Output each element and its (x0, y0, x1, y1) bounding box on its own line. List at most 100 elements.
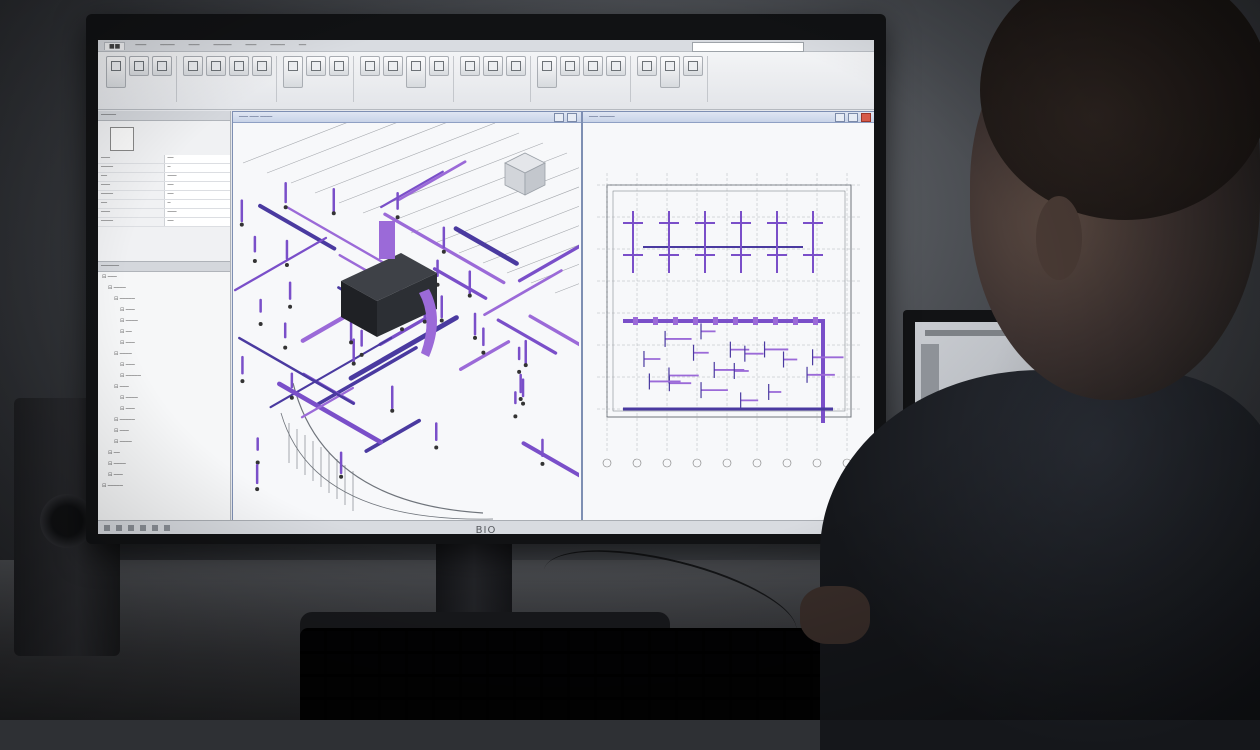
diffuser (284, 263, 289, 268)
ribbon-tab[interactable]: ─── (242, 42, 261, 49)
tree-item[interactable]: ─── (98, 404, 230, 415)
duct-fitting (753, 317, 758, 325)
pipe-tool-icon[interactable] (406, 56, 426, 88)
diffuser (240, 379, 245, 384)
tool-icon[interactable] (429, 56, 449, 76)
property-row[interactable]: ────── (98, 191, 230, 200)
duct-tool-icon[interactable] (283, 56, 303, 88)
3d-ductwork-model[interactable] (233, 92, 736, 520)
tool-icon[interactable] (683, 56, 703, 76)
tool-icon[interactable] (383, 56, 403, 76)
search-input[interactable] (692, 42, 804, 52)
tree-item[interactable]: ──── (98, 459, 230, 470)
tool-icon[interactable] (252, 56, 272, 76)
tree-item[interactable]: ── (98, 448, 230, 459)
branch-duct (695, 211, 715, 273)
ribbon-group (633, 56, 708, 102)
diffuser (540, 461, 545, 466)
ribbon-tab[interactable]: ─── (185, 42, 204, 49)
property-row[interactable]: ── ─ (98, 200, 230, 209)
tree-item[interactable]: ──── (98, 283, 230, 294)
maximize-icon[interactable] (567, 113, 577, 122)
tool-icon[interactable] (637, 56, 657, 76)
property-row[interactable]: ───── (98, 182, 230, 191)
tool-icon[interactable] (583, 56, 603, 76)
tree-item[interactable]: ─── (98, 360, 230, 371)
keyboard (300, 628, 820, 720)
ribbon-toolbar (98, 52, 874, 110)
diffuser (434, 445, 439, 450)
duct-segment (517, 234, 598, 283)
duct-fitting (693, 317, 698, 325)
person-hand-on-mouse (800, 586, 870, 644)
tree-item[interactable]: ─── (98, 470, 230, 481)
ribbon-tab[interactable]: ──── (266, 42, 288, 49)
tree-item[interactable]: ──── (98, 393, 230, 404)
grid-bubble (752, 458, 762, 468)
duct-segment (398, 160, 467, 201)
3d-view-window[interactable]: ─── ─── ──── (232, 92, 736, 522)
tree-item[interactable]: ─── (98, 305, 230, 316)
tool-icon[interactable] (152, 56, 172, 76)
tree-item[interactable]: ─── (98, 426, 230, 437)
tree-item[interactable]: ── (98, 327, 230, 338)
modify-tool-icon[interactable] (106, 56, 126, 88)
diffuser (239, 222, 244, 227)
tool-icon[interactable] (537, 56, 557, 88)
window-controls (554, 113, 577, 122)
tree-item[interactable]: ──── (98, 316, 230, 327)
ribbon-tab-active[interactable]: ■■ (104, 41, 126, 50)
property-row[interactable]: ───── (98, 164, 230, 173)
riser-duct (379, 221, 395, 259)
duct-segment (453, 226, 519, 266)
tree-item[interactable]: ──── (98, 437, 230, 448)
duct-segment (432, 267, 488, 300)
ribbon-tab[interactable]: ──── (156, 42, 178, 49)
diffuser (359, 352, 364, 357)
grid-bubble (692, 458, 702, 468)
tool-icon[interactable] (483, 56, 503, 76)
tree-item[interactable]: ───── (98, 371, 230, 382)
duct-fitting (653, 317, 658, 325)
tree-item[interactable]: ──── (98, 349, 230, 360)
tool-icon[interactable] (129, 56, 149, 76)
tool-icon[interactable] (206, 56, 226, 76)
diffuser (351, 361, 356, 366)
property-row[interactable]: ────── (98, 218, 230, 227)
ribbon-group (279, 56, 354, 102)
property-row[interactable]: ────── (98, 209, 230, 218)
property-row[interactable]: ───── (98, 155, 230, 164)
diffuser (481, 350, 486, 355)
tool-icon[interactable] (560, 56, 580, 76)
tool-icon[interactable] (506, 56, 526, 76)
duct-fitting (793, 317, 798, 325)
properties-panel: ───── ─── ── ──── ─ ── ─── ─── ── ──── ── ── ─… (98, 111, 231, 262)
ribbon-tab[interactable]: ───── (209, 42, 235, 49)
diffuser (255, 487, 260, 492)
tool-icon[interactable] (360, 56, 380, 76)
ribbon-tab[interactable]: ── (295, 42, 310, 49)
tool-icon[interactable] (460, 56, 480, 76)
tool-icon[interactable] (660, 56, 680, 88)
diffuser (441, 249, 446, 254)
tree-item[interactable]: ───── (98, 415, 230, 426)
tree-item[interactable]: ───── (98, 294, 230, 305)
cad-application-window[interactable]: ■■ ─── ──── ─── ───── ─── ──── ── ───── … (98, 40, 874, 534)
tree-item[interactable]: ───── (98, 481, 230, 492)
tree-item[interactable]: ─── (98, 272, 230, 283)
tool-icon[interactable] (329, 56, 349, 76)
tool-icon[interactable] (606, 56, 626, 76)
ribbon-tab[interactable]: ─── (131, 42, 150, 49)
property-row[interactable]: ───── (98, 173, 230, 182)
tool-icon[interactable] (229, 56, 249, 76)
tree-item[interactable]: ─── (98, 382, 230, 393)
duct-fitting (733, 317, 738, 325)
minimize-icon[interactable] (554, 113, 564, 122)
tree-item[interactable]: ─── (98, 338, 230, 349)
tool-icon[interactable] (183, 56, 203, 76)
tool-icon[interactable] (306, 56, 326, 76)
duct-segment (233, 236, 328, 292)
diffuser (289, 395, 294, 400)
duct-segment (380, 170, 444, 209)
3d-view-title-bar: ─── ─── ──── (233, 112, 581, 123)
